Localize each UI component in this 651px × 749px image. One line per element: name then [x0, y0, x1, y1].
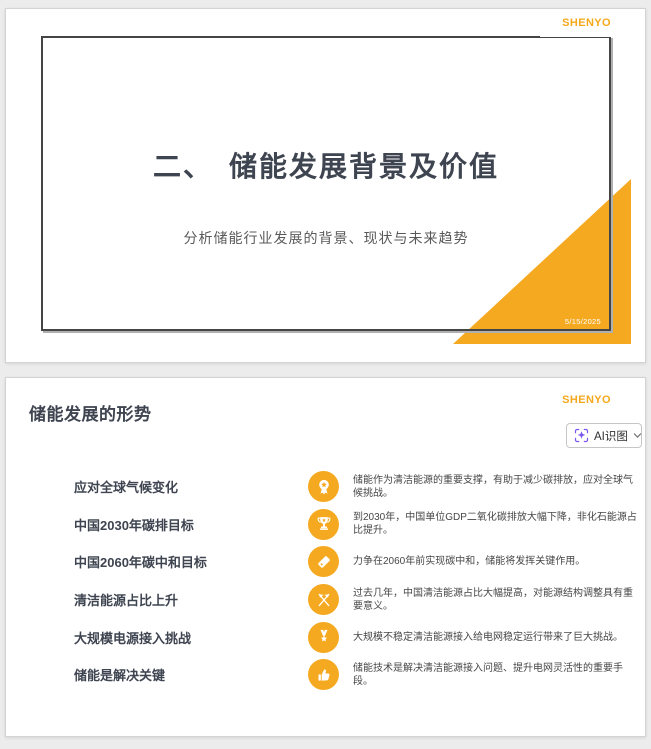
list-item: 清洁能源占比上升 过去几年，中国清洁能源占比大幅提高，对能源结构调整具有重要意义…: [6, 581, 647, 619]
feature-heading: 应对全球气候变化: [74, 480, 179, 496]
trophy-icon: [308, 508, 339, 540]
list-item: 应对全球气候变化 储能作为清洁能源的重要支撑，有助于减少碳排放，应对全球气候挑战…: [6, 468, 647, 506]
corner-triangle-decoration: 5/15/2025: [453, 179, 631, 344]
feature-description: 大规模不稳定清洁能源接入给电网稳定运行带来了巨大挑战。: [353, 631, 623, 643]
feature-heading: 储能是解决关键: [74, 668, 166, 684]
feature-heading: 清洁能源占比上升: [74, 593, 179, 609]
price-tag-icon: [308, 546, 339, 578]
chevron-down-icon[interactable]: [633, 432, 642, 439]
brand-logo: SHENYO: [562, 17, 611, 29]
section-title: 二、 储能发展背景及价值: [152, 151, 499, 182]
feature-heading: 大规模电源接入挑战: [74, 630, 192, 646]
brand-logo-box: SHENYO: [562, 390, 611, 408]
list-item: 大规模电源接入挑战 大规模不稳定清洁能源接入给电网稳定运行带来了巨大挑战。: [6, 618, 647, 656]
sparkle-scan-icon: [574, 428, 589, 443]
award-ribbon-icon: [308, 471, 339, 503]
feature-heading: 中国2030年碳排目标: [74, 517, 194, 533]
thumbs-up-icon: [308, 659, 339, 691]
feature-description: 到2030年，中国单位GDP二氧化碳排放大幅下降，非化石能源占比提升。: [353, 512, 637, 537]
ai-recognize-button[interactable]: AI识图: [566, 423, 642, 448]
feature-list: 应对全球气候变化 储能作为清洁能源的重要支撑，有助于减少碳排放，应对全球气候挑战…: [6, 468, 647, 694]
brand-logo-box: SHENYO: [540, 9, 645, 37]
page-title: 储能发展的形势: [29, 405, 152, 424]
feature-description: 力争在2060年前实现碳中和，储能将发挥关键作用。: [353, 556, 586, 568]
medal-star-icon: [308, 621, 339, 653]
feature-heading: 中国2060年碳中和目标: [74, 555, 207, 571]
section-subtitle: 分析储能行业发展的背景、现状与未来趋势: [183, 230, 469, 246]
slide-date: 5/15/2025: [564, 317, 601, 326]
list-item: 中国2030年碳排目标 到2030年，中国单位GDP二氧化碳排放大幅下降，非化石…: [6, 506, 647, 544]
brand-logo: SHENYO: [562, 394, 611, 406]
slide-preview-content[interactable]: 储能发展的形势 SHENYO AI识图 应对全球气候变化 储能作为清洁能源的重要…: [5, 377, 646, 737]
feature-description: 过去几年，中国清洁能源占比大幅提高，对能源结构调整具有重要意义。: [353, 587, 633, 612]
slide-preview-title[interactable]: 5/15/2025 SHENYO 二、 储能发展背景及价值 分析储能行业发展的背…: [5, 8, 646, 363]
feature-description: 储能技术是解决清洁能源接入问题、提升电网灵活性的重要手段。: [353, 662, 623, 687]
ai-button-label: AI识图: [594, 430, 628, 443]
list-item: 中国2060年碳中和目标 力争在2060年前实现碳中和，储能将发挥关键作用。: [6, 543, 647, 581]
crossed-flags-icon: [308, 584, 339, 616]
feature-description: 储能作为清洁能源的重要支撑，有助于减少碳排放，应对全球气候挑战。: [353, 474, 633, 499]
list-item: 储能是解决关键 储能技术是解决清洁能源接入问题、提升电网灵活性的重要手段。: [6, 656, 647, 694]
